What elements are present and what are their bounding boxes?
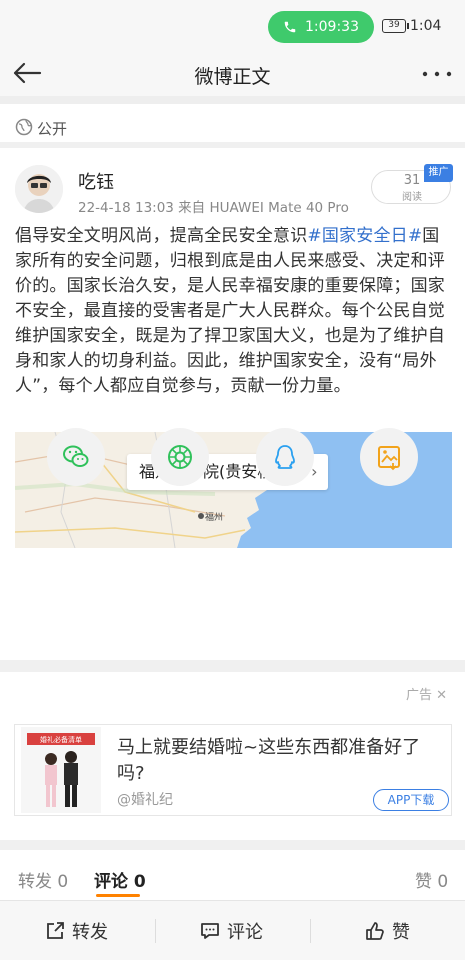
visibility-label: 公开 <box>37 120 68 138</box>
toolbar-separator <box>155 919 156 943</box>
active-tab-indicator <box>96 894 140 897</box>
like-button[interactable]: 赞 <box>364 917 410 945</box>
save-image-button[interactable] <box>360 428 418 486</box>
battery-icon: 39 <box>382 19 409 33</box>
promote-tag[interactable]: 推广 <box>424 164 453 182</box>
post-text-intro: 倡导安全文明风尚，提高全民安全意识 <box>15 226 308 246</box>
share-row <box>0 428 465 488</box>
comment-button[interactable]: 评论 <box>199 917 263 945</box>
clock: 1:04 <box>410 18 442 34</box>
nav-bar: 微博正文 <box>0 50 465 96</box>
tab-comment[interactable]: 评论 0 <box>94 867 146 892</box>
more-dots-icon <box>422 71 452 77</box>
ad-label: 广告 ✕ <box>406 684 447 703</box>
more-button[interactable] <box>420 64 454 84</box>
ad-thumb-banner-text: 婚礼必备清单 <box>40 735 82 744</box>
moments-icon <box>168 445 192 469</box>
ongoing-call-pill[interactable]: 1:09:33 <box>268 11 374 43</box>
post-text-main: 国家所有的安全问题，归根到底是由人民来感受、决定和评价的。国家长治久安，是人民幸… <box>15 226 445 396</box>
close-icon[interactable]: ✕ <box>436 688 447 703</box>
share-wechat-button[interactable] <box>47 428 105 486</box>
ad-source: @婚礼纪 <box>117 792 173 808</box>
tab-repost[interactable]: 转发 0 <box>18 867 68 892</box>
bottom-toolbar: 转发 评论 赞 <box>0 900 465 960</box>
page-title: 微博正文 <box>194 66 271 88</box>
thumbs-up-icon <box>366 922 384 940</box>
ad-content[interactable]: 婚礼必备清单 马上就要结婚啦~这些东西都准备好了吗? @婚礼纪 APP下载 <box>14 724 452 816</box>
read-label: 阅读 <box>402 192 422 203</box>
username[interactable]: 吃钰 <box>78 168 114 194</box>
comment-label: 评论 <box>227 922 263 943</box>
ad-thumbnail: 婚礼必备清单 <box>21 727 101 813</box>
call-timer: 1:09:33 <box>305 19 359 35</box>
post-meta: 22-4-18 13:03 来自 HUAWEI Mate 40 Pro <box>78 200 349 216</box>
ad-thumbnail-image: 婚礼必备清单 <box>21 727 101 813</box>
avatar[interactable] <box>15 165 63 213</box>
repost-icon <box>47 922 64 939</box>
wechat-icon <box>63 445 89 467</box>
save-image-icon <box>378 446 400 471</box>
share-moments-button[interactable] <box>151 428 209 486</box>
ad-card: 广告 ✕ 婚礼必备清单 马上就要结婚啦~这些东西都准备好了吗? @婚礼纪 APP… <box>0 672 465 840</box>
ad-title: 马上就要结婚啦~这些东西都准备好了吗? <box>117 737 421 784</box>
section-divider <box>0 660 465 672</box>
divider <box>0 96 465 104</box>
ad-label-text: 广告 <box>406 688 433 703</box>
repost-label: 转发 <box>72 922 108 943</box>
map-city-label: 福州 <box>205 511 223 523</box>
globe-icon <box>15 118 33 136</box>
share-qq-button[interactable] <box>256 428 314 486</box>
interaction-tabs: 转发 0 评论 0 赞 0 <box>0 850 465 900</box>
app-download-button[interactable]: APP下载 <box>373 789 449 811</box>
tab-like[interactable]: 赞 0 <box>415 867 448 892</box>
topic-link[interactable]: #国家安全日# <box>307 226 422 246</box>
toolbar-separator-2 <box>310 919 311 943</box>
visibility-row: 公开 <box>0 104 465 148</box>
qq-icon <box>275 445 295 469</box>
phone-icon <box>284 21 296 33</box>
avatar-image <box>15 165 63 213</box>
status-bar: 1:09:33 39 1:04 <box>0 0 465 50</box>
section-divider-2 <box>0 840 465 850</box>
post-body: 倡导安全文明风尚，提高全民安全意识#国家安全日#国家所有的安全问题，归根到底是由… <box>15 224 453 399</box>
repost-button[interactable]: 转发 <box>44 917 108 945</box>
comment-icon <box>201 923 219 939</box>
like-label: 赞 <box>392 922 410 943</box>
